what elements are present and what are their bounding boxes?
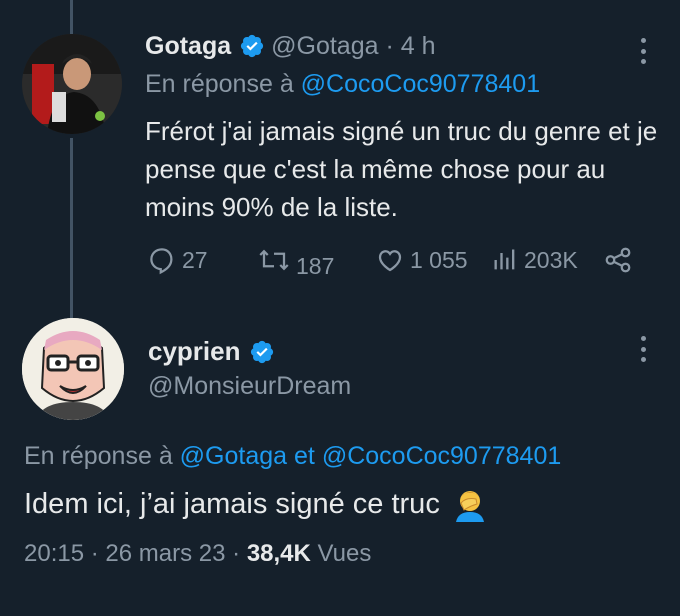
mention-link[interactable]: @CocoCoc90778401 <box>322 442 561 470</box>
separator-dot: · <box>378 31 401 60</box>
retweet-count: 187 <box>296 252 335 279</box>
avatar-gotaga[interactable] <box>22 34 122 134</box>
views-button[interactable]: 203K <box>491 240 578 280</box>
action-bar: 27 187 1 055 203K <box>147 240 647 280</box>
date[interactable]: 26 mars 23 <box>105 540 225 567</box>
more-icon[interactable] <box>640 38 646 64</box>
thread-connector-top <box>70 0 73 34</box>
tweet-text: Idem ici, j’ai jamais signé ce truc <box>24 487 440 520</box>
reply-prefix: En réponse à <box>24 442 173 470</box>
mention-link[interactable]: @CocoCoc90778401 <box>301 70 540 98</box>
verified-badge-icon <box>239 33 265 59</box>
tweet-header: Gotaga @Gotaga · 4 h <box>145 28 436 64</box>
mention-link[interactable]: @Gotaga <box>180 442 287 470</box>
views-count[interactable]: 38,4K <box>247 540 311 567</box>
display-name[interactable]: Gotaga <box>145 32 231 61</box>
display-name[interactable]: cyprien <box>148 336 241 367</box>
tweet-text: Frérot j'ai jamais signé un truc du genr… <box>145 116 658 222</box>
timestamp[interactable]: 20:15 <box>24 540 84 567</box>
facepalm-emoji <box>452 486 488 522</box>
mention-joiner: et <box>294 442 315 470</box>
like-button[interactable]: 1 055 <box>375 240 468 280</box>
like-count: 1 055 <box>410 246 468 273</box>
share-icon <box>605 247 631 273</box>
timestamp[interactable]: 4 h <box>401 32 436 61</box>
tweet-meta: 20:15 · 26 mars 23 · 38,4K Vues <box>24 540 371 568</box>
verified-badge-icon <box>249 339 275 365</box>
separator-dot: · <box>90 540 106 567</box>
separator-dot: · <box>232 540 247 567</box>
tweet-header: cyprien <box>148 336 281 367</box>
retweet-icon <box>259 249 289 271</box>
views-label: Vues <box>317 540 372 567</box>
reply-button[interactable]: 27 <box>147 240 208 280</box>
share-button[interactable] <box>603 240 638 280</box>
views-count: 203K <box>524 246 578 273</box>
handle[interactable]: @Gotaga <box>271 32 378 61</box>
like-icon <box>378 250 402 272</box>
handle[interactable]: @MonsieurDream <box>148 372 351 401</box>
reply-context: En réponse à @Gotaga et @CocoCoc90778401 <box>24 442 561 471</box>
reply-context: En réponse à @CocoCoc90778401 <box>145 70 540 99</box>
more-icon[interactable] <box>640 336 646 362</box>
views-icon <box>494 249 515 270</box>
tweet-text-row: Idem ici, j’ai jamais signé ce truc <box>24 486 488 522</box>
retweet-button[interactable]: 187 <box>257 240 334 280</box>
reply-count: 27 <box>182 246 208 273</box>
reply-prefix: En réponse à <box>145 70 294 98</box>
avatar-cyprien[interactable] <box>22 318 124 420</box>
reply-icon <box>150 248 173 275</box>
thread-connector <box>70 138 73 318</box>
